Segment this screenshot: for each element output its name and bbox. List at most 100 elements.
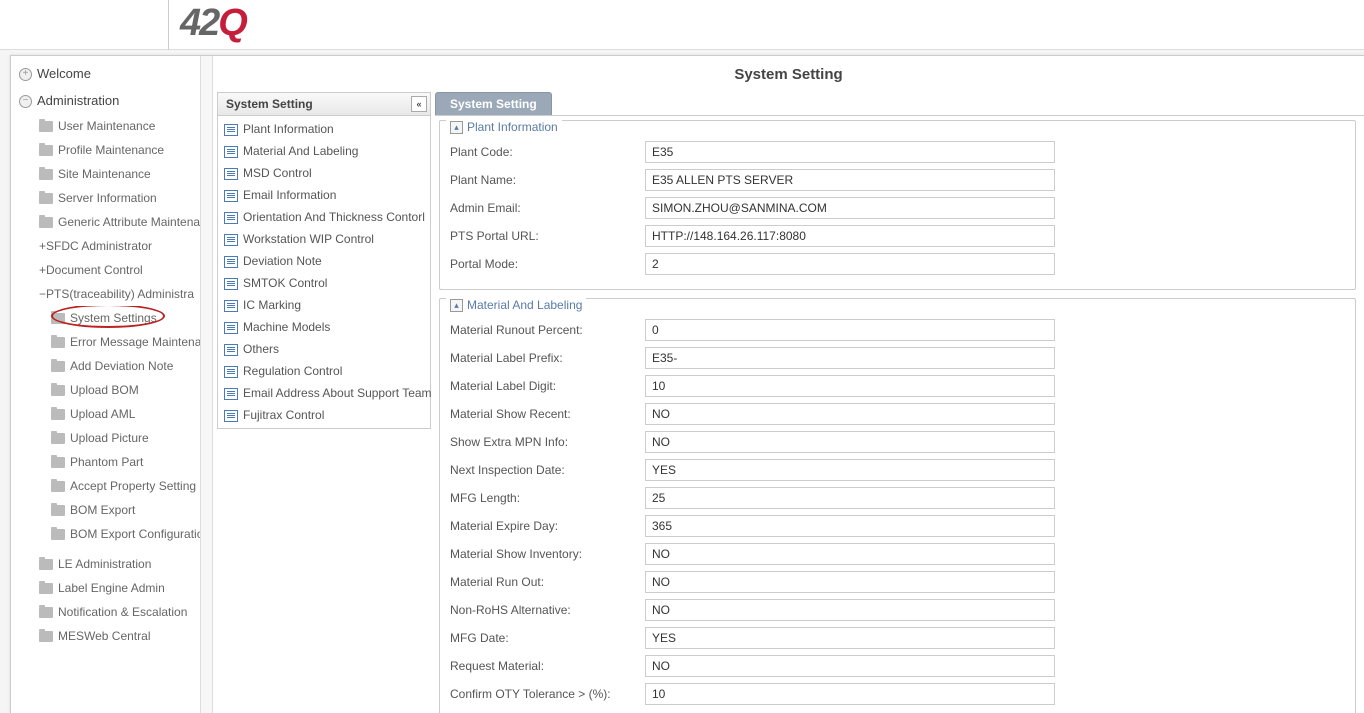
nav-item-le-admin[interactable]: LE Administration (11, 552, 200, 576)
form-input[interactable] (645, 225, 1055, 247)
form-input[interactable] (645, 141, 1055, 163)
nav-label: Upload AML (70, 407, 135, 421)
folder-icon (51, 481, 65, 492)
nav-item-accept-property[interactable]: Accept Property Setting (11, 474, 200, 498)
form-label: Next Inspection Date: (450, 463, 645, 477)
form-label: Non-RoHS Alternative: (450, 603, 645, 617)
nav-item-generic-attribute[interactable]: Generic Attribute Maintena (11, 210, 200, 234)
content-area: System Setting System Setting « Plant In… (213, 56, 1364, 713)
settings-tree-item[interactable]: Others (218, 338, 430, 360)
settings-tree-item[interactable]: Deviation Note (218, 250, 430, 272)
folder-icon (39, 583, 53, 594)
nav-sfdc-admin[interactable]: +SFDC Administrator (11, 234, 200, 258)
tab-system-setting[interactable]: System Setting (435, 92, 552, 115)
nav-item-bom-export-config[interactable]: BOM Export Configuration (11, 522, 200, 546)
nav-item-mesweb[interactable]: MESWeb Central (11, 624, 200, 648)
form-input[interactable] (645, 375, 1055, 397)
doc-icon (224, 168, 238, 180)
form-input[interactable] (645, 169, 1055, 191)
logo: 42Q (180, 2, 246, 45)
nav-label: BOM Export (70, 503, 135, 517)
doc-icon (224, 234, 238, 246)
plus-icon[interactable]: + (39, 263, 46, 277)
nav-label: Error Message Maintenance (70, 335, 200, 349)
form-panel: System Setting ▴Plant InformationPlant C… (435, 92, 1364, 713)
nav-item-bom-export[interactable]: BOM Export (11, 498, 200, 522)
plus-icon[interactable]: + (39, 239, 46, 253)
form-area: ▴Plant InformationPlant Code:Plant Name:… (435, 116, 1364, 713)
form-input[interactable] (645, 487, 1055, 509)
form-input[interactable] (645, 571, 1055, 593)
form-input[interactable] (645, 655, 1055, 677)
collapse-up-icon[interactable]: ▴ (450, 299, 463, 312)
plus-icon[interactable]: + (19, 68, 32, 81)
form-input[interactable] (645, 431, 1055, 453)
form-row: Material Show Inventory: (450, 543, 1345, 565)
form-input[interactable] (645, 459, 1055, 481)
form-row: Material Label Prefix: (450, 347, 1345, 369)
minus-icon[interactable]: − (19, 95, 32, 108)
form-input[interactable] (645, 197, 1055, 219)
folder-icon (51, 385, 65, 396)
settings-tree-item-label: Plant Information (243, 122, 334, 136)
nav-label: Site Maintenance (58, 167, 151, 181)
settings-tree-item[interactable]: SMTOK Control (218, 272, 430, 294)
nav-item-label-engine[interactable]: Label Engine Admin (11, 576, 200, 600)
nav-administration[interactable]: −Administration (11, 87, 200, 114)
nav-item-user-maintenance[interactable]: User Maintenance (11, 114, 200, 138)
doc-icon (224, 410, 238, 422)
form-input[interactable] (645, 253, 1055, 275)
nav-item-upload-picture[interactable]: Upload Picture (11, 426, 200, 450)
nav-item-server-information[interactable]: Server Information (11, 186, 200, 210)
nav-item-add-deviation[interactable]: Add Deviation Note (11, 354, 200, 378)
form-input[interactable] (645, 543, 1055, 565)
settings-tree-item[interactable]: Email Address About Support Team (218, 382, 430, 404)
nav-label: Upload Picture (70, 431, 149, 445)
settings-tree-item-label: Machine Models (243, 320, 330, 334)
settings-tree-item-label: Email Information (243, 188, 336, 202)
doc-icon (224, 212, 238, 224)
nav-item-profile-maintenance[interactable]: Profile Maintenance (11, 138, 200, 162)
form-row: PTS Portal URL: (450, 225, 1345, 247)
form-input[interactable] (645, 347, 1055, 369)
nav-label: LE Administration (58, 557, 151, 571)
settings-tree-item[interactable]: Regulation Control (218, 360, 430, 382)
settings-tree-item[interactable]: IC Marking (218, 294, 430, 316)
form-row: Material Label Digit: (450, 375, 1345, 397)
form-label: Show Extra MPN Info: (450, 435, 645, 449)
form-input[interactable] (645, 599, 1055, 621)
settings-tree-item[interactable]: Plant Information (218, 118, 430, 140)
form-row: Show Extra MPN Info: (450, 431, 1345, 453)
nav-item-site-maintenance[interactable]: Site Maintenance (11, 162, 200, 186)
nav-item-system-settings[interactable]: System Settings (11, 306, 200, 330)
settings-tree-header: System Setting « (217, 92, 431, 116)
nav-item-upload-aml[interactable]: Upload AML (11, 402, 200, 426)
form-input[interactable] (645, 515, 1055, 537)
nav-item-phantom-part[interactable]: Phantom Part (11, 450, 200, 474)
settings-tree-item[interactable]: Workstation WIP Control (218, 228, 430, 250)
nav-item-notification[interactable]: Notification & Escalation (11, 600, 200, 624)
settings-tree-item[interactable]: Fujitrax Control (218, 404, 430, 426)
doc-icon (224, 322, 238, 334)
form-input[interactable] (645, 403, 1055, 425)
settings-tree-item[interactable]: MSD Control (218, 162, 430, 184)
nav-pts-admin[interactable]: −PTS(traceability) Administra (11, 282, 200, 306)
nav-item-error-message[interactable]: Error Message Maintenance (11, 330, 200, 354)
folder-icon (39, 559, 53, 570)
form-input[interactable] (645, 627, 1055, 649)
settings-tree-item[interactable]: Machine Models (218, 316, 430, 338)
form-input[interactable] (645, 319, 1055, 341)
splitter[interactable] (201, 56, 213, 713)
collapse-up-icon[interactable]: ▴ (450, 121, 463, 134)
settings-tree-item[interactable]: Email Information (218, 184, 430, 206)
form-input[interactable] (645, 683, 1055, 705)
form-row: Material Expire Day: (450, 515, 1345, 537)
nav-item-upload-bom[interactable]: Upload BOM (11, 378, 200, 402)
nav-welcome[interactable]: +Welcome (11, 60, 200, 87)
minus-icon[interactable]: − (39, 287, 46, 301)
settings-tree-item[interactable]: Material And Labeling (218, 140, 430, 162)
settings-tree-item[interactable]: Orientation And Thickness Contorl (218, 206, 430, 228)
collapse-icon[interactable]: « (411, 96, 427, 112)
form-label: Material Show Recent: (450, 407, 645, 421)
nav-document-control[interactable]: +Document Control (11, 258, 200, 282)
